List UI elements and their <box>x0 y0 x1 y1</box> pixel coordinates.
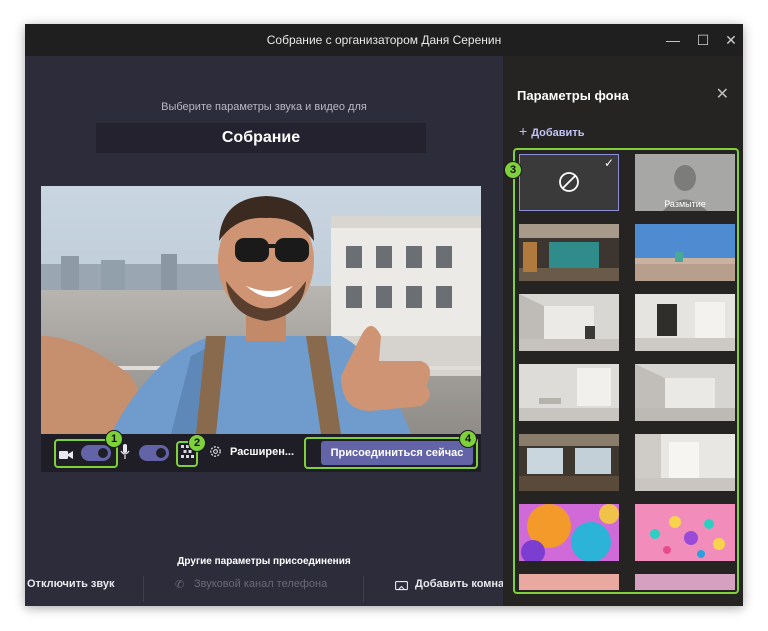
background-option-room-2[interactable] <box>635 294 735 351</box>
background-option-blur[interactable]: Размытие <box>635 154 735 211</box>
add-room-option[interactable]: Добавить комна <box>415 578 504 590</box>
badge-4: 4 <box>459 430 477 448</box>
advanced-settings-label[interactable]: Расширен... <box>230 446 294 458</box>
background-option-room-5[interactable] <box>635 434 735 491</box>
background-option-city-1[interactable] <box>635 224 735 281</box>
background-option-partial-2[interactable] <box>635 574 735 590</box>
background-option-confetti[interactable] <box>635 504 735 561</box>
blur-label: Размытие <box>664 199 706 209</box>
background-option-room-4[interactable] <box>635 364 735 421</box>
cast-icon <box>395 579 408 591</box>
meeting-name: Собрание <box>96 123 426 153</box>
gear-icon[interactable] <box>208 444 223 459</box>
microphone-toggle[interactable] <box>139 445 169 461</box>
join-options-bar: Отключить звук ✆ Звуковой канал телефона… <box>25 568 504 606</box>
plus-icon: + <box>519 123 528 139</box>
background-option-none[interactable]: ✓ <box>519 154 619 211</box>
no-background-icon <box>558 171 580 193</box>
prejoin-prompt: Выберите параметры звука и видео для <box>161 101 367 113</box>
checkmark-icon: ✓ <box>603 156 614 170</box>
microphone-icon <box>120 444 130 460</box>
close-window-button[interactable]: ✕ <box>721 30 741 50</box>
background-option-loft[interactable] <box>519 434 619 491</box>
close-panel-button[interactable]: ✕ <box>716 84 729 104</box>
background-option-room-1[interactable] <box>519 294 619 351</box>
phone-audio-option: Звуковой канал телефона <box>194 578 328 590</box>
meeting-window: Собрание с организатором Даня Серенин — … <box>25 24 743 606</box>
panel-title: Параметры фона <box>517 88 629 103</box>
background-option-partial-1[interactable] <box>519 574 619 590</box>
window-title: Собрание с организатором Даня Серенин <box>266 33 502 47</box>
background-option-balloons[interactable] <box>519 504 619 561</box>
add-background-label: Добавить <box>531 127 585 139</box>
other-join-options-heading: Другие параметры присоединения <box>177 556 351 567</box>
mute-audio-option[interactable]: Отключить звук <box>27 578 114 590</box>
background-grid: ✓ Размытие <box>513 148 739 594</box>
video-preview <box>41 186 481 434</box>
background-option-office-1[interactable] <box>519 224 619 281</box>
badge-3: 3 <box>504 161 522 179</box>
title-bar: Собрание с организатором Даня Серенин — … <box>25 24 743 56</box>
video-preview-image <box>41 186 481 434</box>
phone-icon: ✆ <box>175 579 185 591</box>
maximize-button[interactable]: ☐ <box>693 30 713 50</box>
add-background-button[interactable]: + Добавить <box>519 123 584 139</box>
background-settings-panel: Параметры фона ✕ + Добавить ✓ Размытие 3 <box>503 56 743 606</box>
badge-1: 1 <box>105 430 123 448</box>
badge-2: 2 <box>188 434 206 452</box>
background-option-room-3[interactable] <box>519 364 619 421</box>
prejoin-area: Выберите параметры звука и видео для Соб… <box>25 56 504 606</box>
highlight-join-button <box>304 437 478 469</box>
minimize-button[interactable]: — <box>663 30 683 50</box>
